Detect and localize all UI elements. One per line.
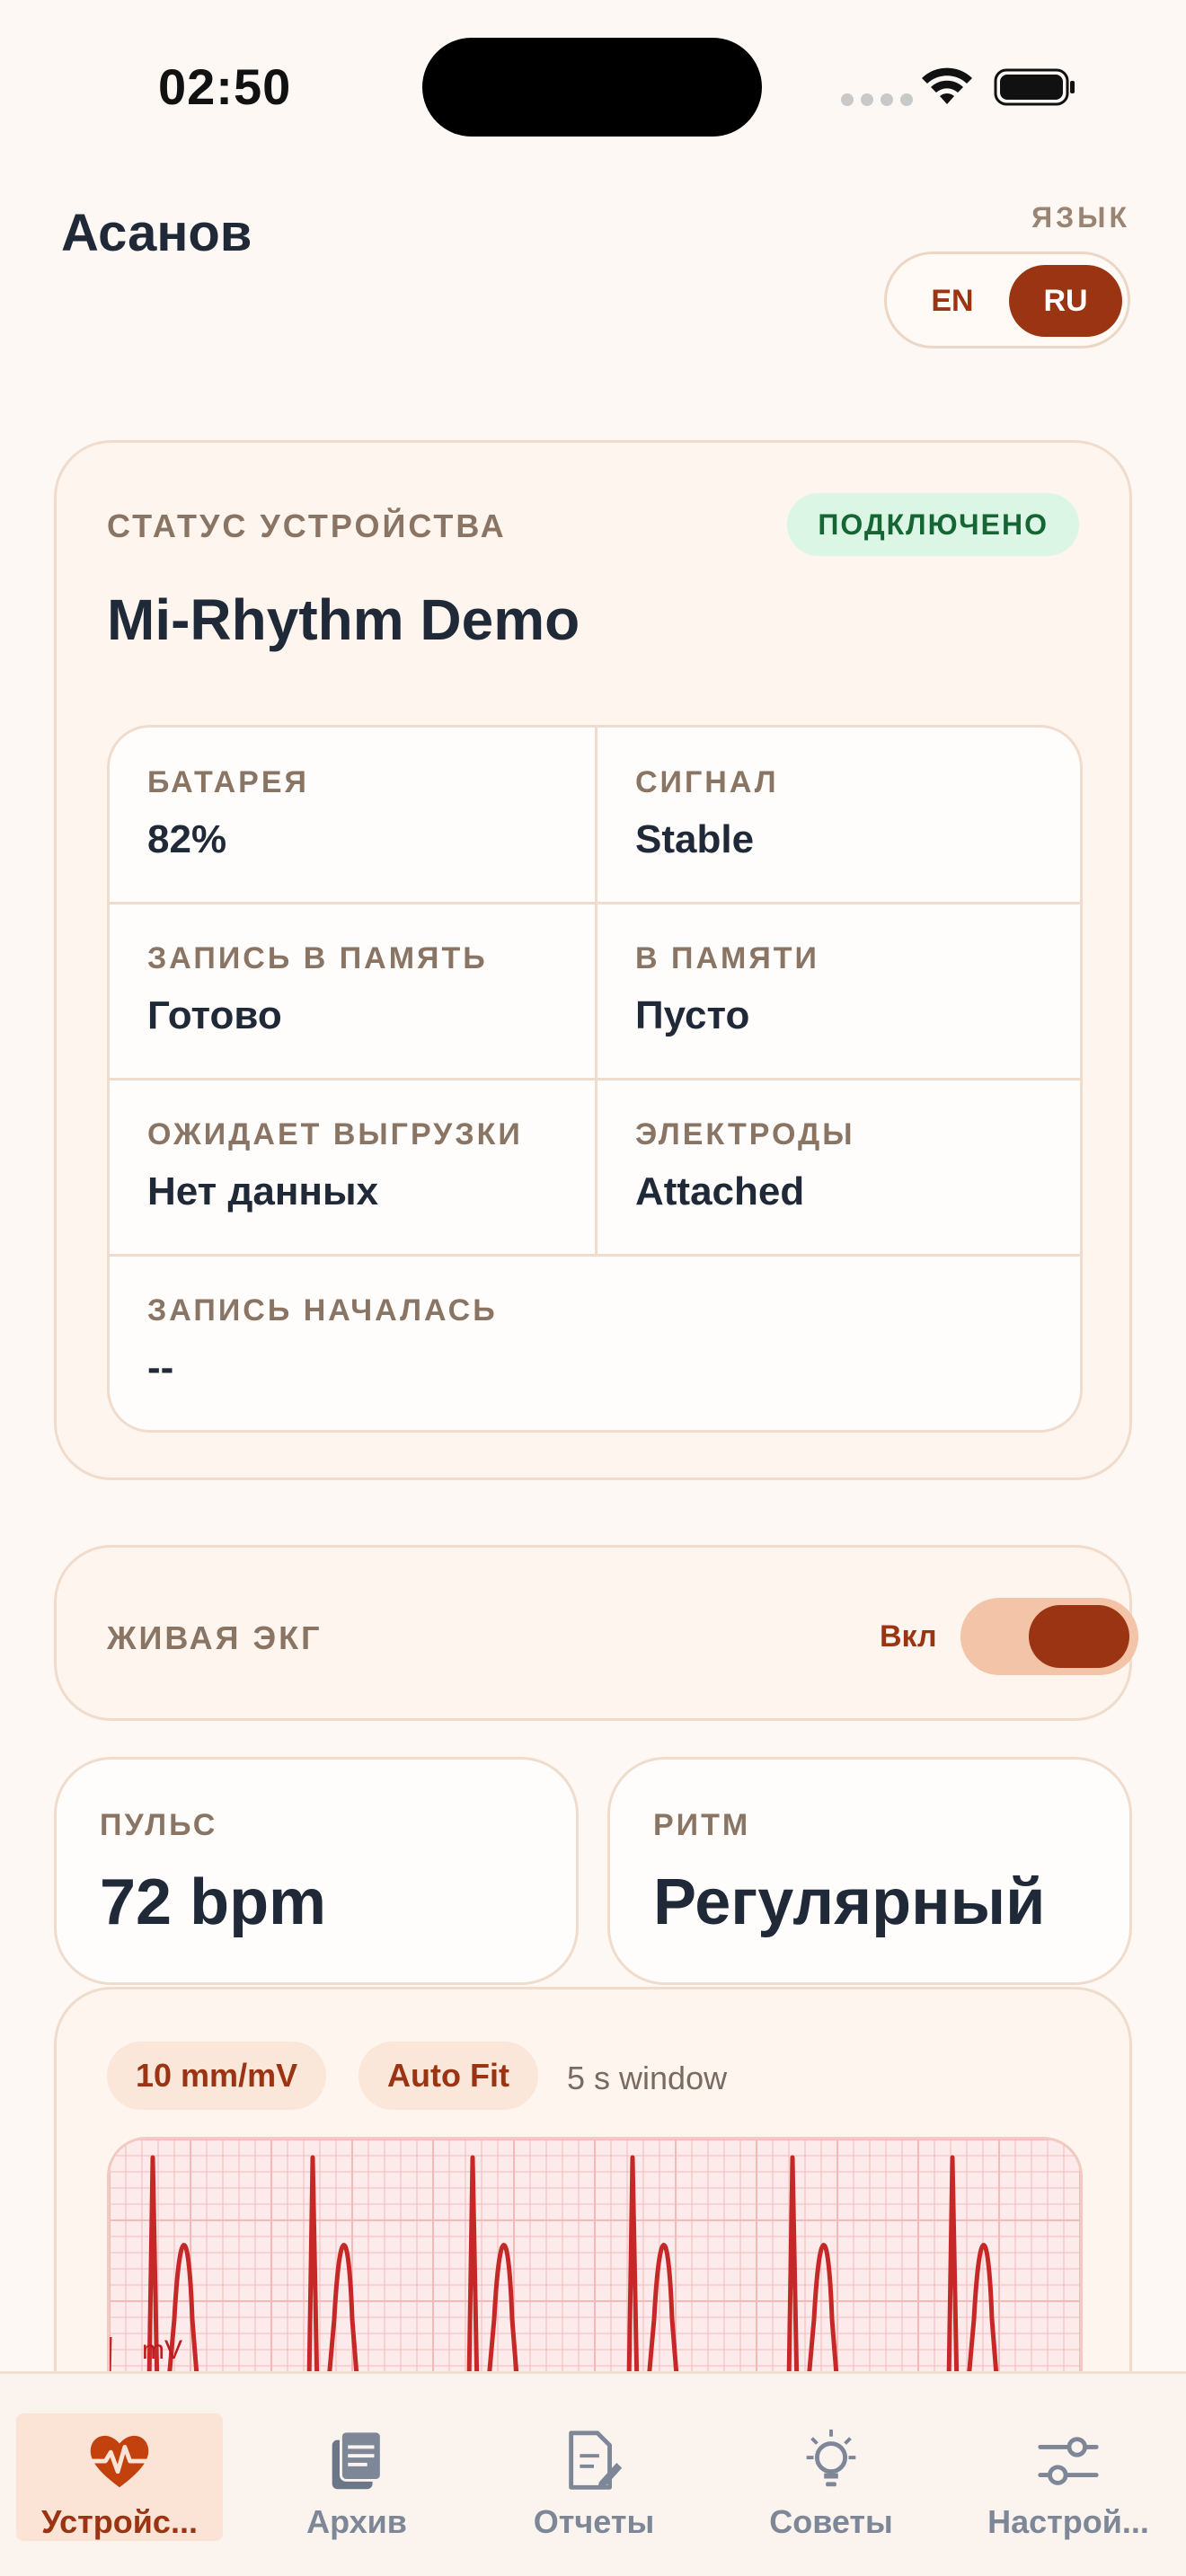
battery-value: 82%	[147, 817, 227, 861]
memory-write-label: ЗАПИСЬ В ПАМЯТЬ	[147, 941, 488, 975]
wifi-icon	[922, 67, 972, 104]
language-ru-button[interactable]: RU	[1009, 265, 1122, 337]
electrodes-value: Attached	[635, 1169, 805, 1213]
ecg-unit-label: mV	[142, 2335, 182, 2365]
connection-status-badge: ПОДКЛЮЧЕНО	[787, 493, 1079, 556]
tab-bar: Устройс... Архив Отчеты Советы Настрой..…	[0, 2371, 1186, 2576]
live-ecg-switch[interactable]	[960, 1598, 1138, 1675]
live-ecg-state: Вкл	[880, 1619, 937, 1654]
rhythm-card: РИТМ Регулярный	[607, 1757, 1132, 1985]
device-name: Mi-Rhythm Demo	[107, 587, 580, 652]
sliders-icon	[1038, 2437, 1099, 2485]
in-memory-value: Пусто	[635, 993, 750, 1037]
memory-write-cell: ЗАПИСЬ В ПАМЯТЬ Готово	[110, 904, 595, 1080]
divider	[595, 728, 597, 1256]
signal-value: Stable	[635, 817, 755, 861]
in-memory-cell: В ПАМЯТИ Пусто	[597, 904, 1080, 1080]
pending-upload-label: ОЖИДАЕТ ВЫГРУЗКИ	[147, 1117, 523, 1151]
tab-label: Советы	[769, 2503, 893, 2540]
device-status-card: СТАТУС УСТРОЙСТВА ПОДКЛЮЧЕНО Mi-Rhythm D…	[54, 440, 1132, 1480]
language-toggle: EN RU	[884, 251, 1130, 348]
live-ecg-label: ЖИВАЯ ЭКГ	[107, 1619, 323, 1656]
rhythm-value: Регулярный	[653, 1866, 1046, 1938]
lightbulb-icon	[806, 2429, 856, 2487]
battery-label: БАТАРЕЯ	[147, 765, 309, 799]
scale-chip[interactable]: 10 mm/mV	[107, 2042, 327, 2110]
electrodes-label: ЭЛЕКТРОДЫ	[635, 1117, 855, 1151]
status-bar: 02:50	[0, 0, 1186, 171]
tab-label: Архив	[306, 2503, 407, 2540]
signal-label: СИГНАЛ	[635, 765, 779, 799]
cellular-signal-icon	[841, 93, 913, 106]
user-name: Асанов	[61, 204, 252, 262]
tab-label: Устройс...	[41, 2503, 198, 2540]
device-status-label: СТАТУС УСТРОЙСТВА	[107, 507, 507, 544]
memory-write-value: Готово	[147, 993, 282, 1037]
auto-fit-chip[interactable]: Auto Fit	[358, 2042, 538, 2110]
battery-icon	[994, 68, 1075, 106]
rhythm-label: РИТМ	[653, 1808, 751, 1842]
signal-cell: СИГНАЛ Stable	[597, 728, 1080, 904]
recording-started-label: ЗАПИСЬ НАЧАЛАСЬ	[147, 1293, 498, 1328]
tab-tips[interactable]: Советы	[728, 2413, 934, 2541]
language-label: ЯЗЫК	[1031, 201, 1130, 234]
tab-archive[interactable]: Архив	[253, 2413, 460, 2541]
device-info-grid: БАТАРЕЯ 82% СИГНАЛ Stable ЗАПИСЬ В ПАМЯТ…	[107, 725, 1083, 1433]
recording-started-cell: ЗАПИСЬ НАЧАЛАСЬ --	[110, 1256, 1080, 1430]
tab-reports[interactable]: Отчеты	[491, 2413, 697, 2541]
pulse-label: ПУЛЬС	[100, 1808, 218, 1842]
dynamic-island	[422, 38, 762, 137]
pulse-value: 72 bpm	[100, 1866, 327, 1938]
pulse-card: ПУЛЬС 72 bpm	[54, 1757, 579, 1985]
window-duration-text: 5 s window	[567, 2060, 728, 2096]
tab-label: Отчеты	[533, 2503, 655, 2540]
document-icon	[332, 2430, 383, 2490]
electrodes-cell: ЭЛЕКТРОДЫ Attached	[597, 1080, 1080, 1256]
tab-settings[interactable]: Настрой...	[965, 2413, 1172, 2541]
pending-upload-cell: ОЖИДАЕТ ВЫГРУЗКИ Нет данных	[110, 1080, 595, 1256]
recording-started-value: --	[147, 1345, 174, 1389]
in-memory-label: В ПАМЯТИ	[635, 941, 819, 975]
tab-label: Настрой...	[987, 2503, 1149, 2540]
battery-cell: БАТАРЕЯ 82%	[110, 728, 595, 904]
tab-device[interactable]: Устройс...	[16, 2413, 223, 2541]
report-edit-icon	[569, 2430, 623, 2490]
pending-upload-value: Нет данных	[147, 1169, 379, 1213]
language-en-button[interactable]: EN	[896, 265, 1009, 337]
live-ecg-card: ЖИВАЯ ЭКГ Вкл	[54, 1545, 1138, 1721]
heart-pulse-icon	[89, 2435, 150, 2488]
status-time: 02:50	[158, 58, 292, 115]
switch-knob	[1029, 1605, 1129, 1668]
